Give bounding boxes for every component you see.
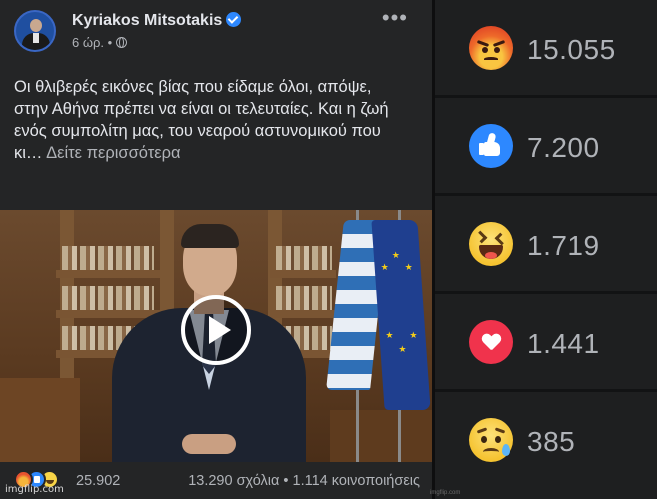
shelf <box>56 270 160 278</box>
shelf <box>270 270 336 278</box>
verified-badge-icon <box>226 12 242 27</box>
see-more-link[interactable]: Δείτε περισσότερα <box>46 144 180 162</box>
author-name[interactable]: Kyriakos Mitsotakis <box>72 12 222 29</box>
haha-count: 1.719 <box>527 230 600 261</box>
love-reaction-icon <box>469 320 513 364</box>
angry-reaction-icon <box>469 26 513 70</box>
comments-shares-count[interactable]: 13.290 σχόλια • 1.114 κοινοποιήσεις <box>188 473 420 489</box>
author-avatar[interactable] <box>14 10 56 52</box>
books <box>276 286 332 310</box>
post-header: Kyriakos Mitsotakis 6 ώρ. • ••• <box>14 7 424 54</box>
globe-icon <box>115 37 127 48</box>
books <box>62 286 154 310</box>
like-count: 7.200 <box>527 132 600 163</box>
reaction-row-love[interactable]: 1.441 <box>435 294 657 392</box>
author-name-row[interactable]: Kyriakos Mitsotakis <box>72 12 242 30</box>
love-count: 1.441 <box>527 328 600 359</box>
total-reactions-count[interactable]: 25.902 <box>76 473 120 489</box>
avatar-head <box>30 19 42 32</box>
post-body: Οι θλιβερές εικόνες βίας που είδαμε όλοι… <box>14 76 409 164</box>
shelf <box>270 310 336 318</box>
play-button-icon[interactable] <box>181 295 251 365</box>
sad-count: 385 <box>527 426 576 457</box>
books <box>276 246 332 270</box>
desk <box>330 410 432 462</box>
imgflip-watermark-right: imgflip.com <box>430 490 461 496</box>
imgflip-watermark: imgflip.com <box>5 484 64 495</box>
speaker-hands <box>182 434 236 454</box>
reaction-row-angry[interactable]: 15.055 <box>435 0 657 98</box>
speaker-hair <box>181 224 239 248</box>
post-time[interactable]: 6 ώρ. • <box>72 35 112 50</box>
post-footer: 25.902 13.290 σχόλια • 1.114 κοινοποιήσε… <box>0 462 432 499</box>
reaction-row-haha[interactable]: 1.719 <box>435 196 657 294</box>
like-reaction-icon <box>469 124 513 168</box>
sad-reaction-icon <box>469 418 513 462</box>
post-meta: 6 ώρ. • <box>72 35 127 50</box>
reaction-row-sad[interactable]: 385 <box>435 392 657 499</box>
more-options-icon[interactable]: ••• <box>382 7 408 29</box>
reactions-breakdown-panel: 15.055 7.200 1.719 1.441 385 <box>435 0 657 499</box>
reaction-row-like[interactable]: 7.200 <box>435 98 657 196</box>
avatar-shirt <box>33 33 39 43</box>
shelf <box>56 310 160 318</box>
books <box>62 246 154 270</box>
facebook-post: Kyriakos Mitsotakis 6 ώρ. • ••• Οι θλιβε… <box>0 0 432 499</box>
video-player[interactable]: ★ ★ ★ ★ ★ ★ <box>0 210 432 462</box>
haha-reaction-icon <box>469 222 513 266</box>
angry-count: 15.055 <box>527 34 616 65</box>
desk <box>0 378 80 462</box>
